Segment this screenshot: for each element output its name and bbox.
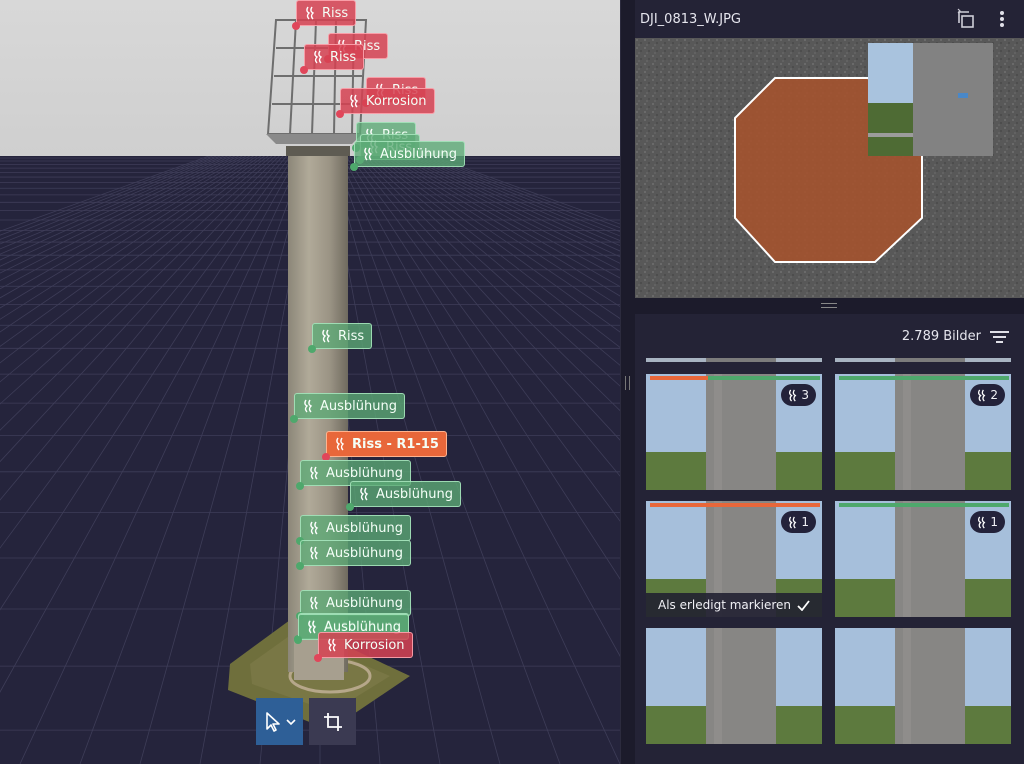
defect-count: 1	[801, 515, 809, 529]
crop-icon	[323, 712, 342, 731]
image-panel: DJI_0813_W.JPG 2.789 Bilder 3 2 1 Als er…	[635, 0, 1024, 764]
crop-tool-button[interactable]	[309, 698, 356, 745]
annotation-tag-red[interactable]: Korrosion	[318, 632, 413, 658]
image-gallery[interactable]: 3 2 1 Als erledigt markieren 1	[635, 358, 1024, 764]
annotation-tag-label: Riss	[330, 49, 357, 65]
mark-done-label: Als erledigt markieren	[657, 598, 792, 612]
annotation-anchor-point[interactable]	[296, 482, 304, 490]
defect-icon	[314, 50, 323, 64]
defect-icon	[350, 94, 359, 108]
mark-done-button[interactable]: Als erledigt markieren	[646, 593, 822, 617]
select-tool-button[interactable]	[256, 698, 303, 745]
thumbnail-partial[interactable]	[646, 358, 822, 362]
horizontal-split-handle[interactable]	[821, 303, 837, 308]
defect-icon	[364, 147, 373, 161]
annotation-anchor-point[interactable]	[336, 110, 344, 118]
thumbnail-partial[interactable]	[835, 358, 1011, 362]
annotation-tag-green[interactable]: Ausblühung	[354, 141, 465, 167]
annotation-anchor-point[interactable]	[314, 654, 322, 662]
image-preview[interactable]	[635, 38, 1024, 298]
defect-count: 2	[990, 388, 998, 402]
defect-icon	[322, 329, 331, 343]
checkmark-icon	[797, 599, 810, 611]
annotation-anchor-point[interactable]	[290, 415, 298, 423]
annotation-tag-label: Korrosion	[344, 637, 405, 653]
compare-views-icon[interactable]	[955, 8, 977, 30]
annotation-tag-label: Korrosion	[366, 93, 427, 109]
annotation-tag-label: Ausblühung	[380, 146, 457, 162]
annotation-tag-green[interactable]: Riss	[312, 323, 373, 349]
annotation-tag-red[interactable]: Riss	[304, 44, 365, 70]
gallery-thumbnail[interactable]: 2	[835, 374, 1011, 490]
annotation-anchor-point[interactable]	[350, 163, 358, 171]
vertical-split-handle[interactable]	[625, 376, 630, 390]
gallery-thumbnail[interactable]: 1	[835, 501, 1011, 617]
defect-category-bar	[650, 503, 820, 507]
select-arrow-icon	[265, 711, 296, 732]
annotation-tag-label: Riss	[322, 5, 349, 21]
defect-icon	[336, 437, 345, 451]
gallery-thumbnail[interactable]	[646, 628, 822, 744]
defect-count-badge: 1	[781, 511, 816, 533]
defect-icon	[310, 546, 319, 560]
thumbnail-image	[835, 628, 1011, 744]
annotation-anchor-point[interactable]	[294, 636, 302, 644]
defect-icon	[308, 620, 317, 634]
defect-category-bar	[839, 376, 1009, 380]
image-count: 2.789 Bilder	[901, 329, 981, 344]
more-options-icon[interactable]	[993, 8, 1011, 30]
app-root: RissRissRissRissKorrosionRissRissAusblüh…	[0, 0, 1024, 764]
annotation-tag-label: Ausblühung	[326, 465, 403, 481]
defect-category-bar	[839, 503, 1009, 507]
defect-icon	[789, 389, 797, 402]
annotation-tag-red[interactable]: Riss	[296, 0, 357, 26]
annotation-tag-green[interactable]: Ausblühung	[300, 540, 411, 566]
annotation-anchor-point[interactable]	[300, 66, 308, 74]
gallery-thumbnail[interactable]: 3	[646, 374, 822, 490]
defect-category-bar	[708, 376, 820, 380]
annotation-tag-label: Riss	[338, 328, 365, 344]
defect-count-badge: 1	[970, 511, 1005, 533]
annotation-tag-label: Ausblühung	[326, 595, 403, 611]
defect-count-badge: 3	[781, 384, 816, 406]
defect-icon	[360, 487, 369, 501]
annotation-tag-green[interactable]: Ausblühung	[350, 481, 461, 507]
annotation-tag-orange[interactable]: Riss - R1-15	[326, 431, 447, 457]
3d-viewport[interactable]: RissRissRissRissKorrosionRissRissAusblüh…	[0, 0, 620, 764]
annotation-anchor-point[interactable]	[292, 22, 300, 30]
annotation-anchor-point[interactable]	[346, 503, 354, 511]
defect-count-badge: 2	[970, 384, 1005, 406]
defect-count: 1	[990, 515, 998, 529]
defect-icon	[978, 389, 986, 402]
annotation-tag-label: Ausblühung	[376, 486, 453, 502]
preview-minimap[interactable]	[868, 43, 993, 156]
tower-model[interactable]	[0, 0, 620, 764]
sort-filter-icon[interactable]	[990, 330, 1009, 344]
defect-category-bar	[650, 376, 708, 380]
defect-icon	[978, 516, 986, 529]
gallery-thumbnail[interactable]	[835, 628, 1011, 744]
annotation-tag-label: Ausblühung	[326, 520, 403, 536]
defect-count: 3	[801, 388, 809, 402]
thumbnail-image	[646, 628, 822, 744]
annotation-tag-label: Ausblühung	[320, 398, 397, 414]
image-file-name: DJI_0813_W.JPG	[640, 11, 742, 27]
annotation-anchor-point[interactable]	[308, 345, 316, 353]
annotation-tag-red[interactable]: Korrosion	[340, 88, 435, 114]
defect-icon	[306, 6, 315, 20]
defect-icon	[310, 521, 319, 535]
defect-icon	[310, 596, 319, 610]
annotation-anchor-point[interactable]	[296, 562, 304, 570]
annotation-tag-label: Riss - R1-15	[352, 436, 439, 452]
defect-icon	[328, 638, 337, 652]
gallery-thumbnail[interactable]: 1 Als erledigt markieren	[646, 501, 822, 617]
annotation-tag-green[interactable]: Ausblühung	[294, 393, 405, 419]
defect-icon	[310, 466, 319, 480]
gallery-header: 2.789 Bilder	[635, 314, 1024, 358]
defect-icon	[789, 516, 797, 529]
viewport-toolbar	[256, 698, 356, 745]
defect-icon	[304, 399, 313, 413]
annotation-tag-label: Ausblühung	[326, 545, 403, 561]
annotation-tag-green[interactable]: Ausblühung	[300, 515, 411, 541]
